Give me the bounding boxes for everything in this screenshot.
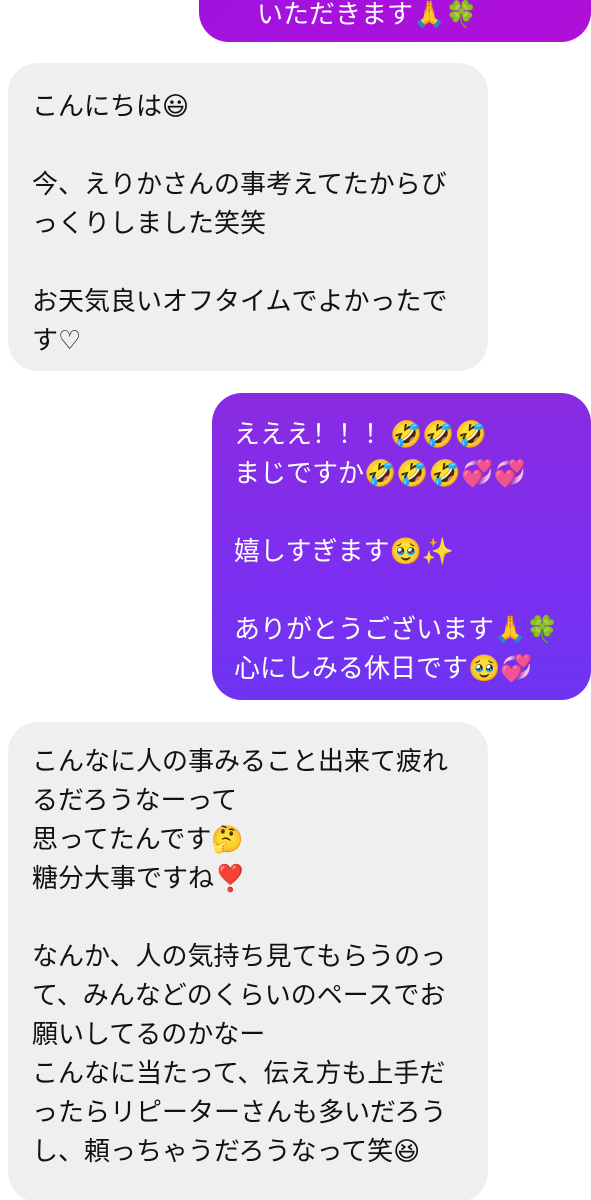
message-line: 心にしみる休日です🥹💞 (234, 654, 533, 684)
message-line: ったらリピーターさんも多いだろう (32, 1098, 447, 1128)
message-line: 糖分大事ですね❣️ (32, 864, 247, 894)
message-line: す♡ (32, 326, 82, 356)
message-bubble-sent[interactable]: いただきます🙏🍀 (199, 0, 591, 42)
message-line: て、みんなどのくらいのペースでお (32, 981, 446, 1011)
message-line: 願いしてるのかなー (32, 1020, 266, 1050)
message-line: し、頼っちゃうだろうなって笑😆 (32, 1137, 421, 1167)
message-line: こんなに人の事みること出来て疲れ (32, 747, 449, 777)
message-line: なんか、人の気持ち見てもらうのっ (32, 942, 447, 972)
message-line: まじですか🤣🤣🤣💞💞 (234, 459, 526, 489)
message-bubble-received[interactable]: こんなに人の事みること出来て疲れ るだろうなーって 思ってたんです🤔 糖分大事で… (8, 722, 488, 1200)
message-line: 嬉しすぎます🥹✨ (234, 537, 455, 567)
message-bubble-received[interactable]: こんにちは😃 今、えりかさんの事考えてたからび っくりしました笑笑 お天気良いオ… (8, 63, 488, 371)
message-line: こんなに当たって、伝え方も上手だ (32, 1059, 446, 1089)
message-line: いただきます🙏🍀 (257, 0, 478, 30)
message-line: こんにちは😃 (32, 92, 190, 122)
message-line: っくりしました笑笑 (32, 209, 267, 239)
message-line: 思ってたんです🤔 (32, 825, 244, 855)
message-line: えええ！！！🤣🤣🤣 (234, 420, 488, 450)
message-line: お天気良いオフタイムでよかったで (32, 287, 448, 317)
message-line: るだろうなーって (32, 786, 238, 816)
message-line: 今、えりかさんの事考えてたからび (32, 170, 447, 200)
message-thread: いただきます🙏🍀 こんにちは😃 今、えりかさんの事考えてたからび っくりしました… (0, 0, 591, 1200)
message-line: ありがとうございます🙏🍀 (234, 615, 559, 645)
message-bubble-sent[interactable]: えええ！！！🤣🤣🤣 まじですか🤣🤣🤣💞💞 嬉しすぎます🥹✨ ありがとうございます… (212, 393, 591, 700)
